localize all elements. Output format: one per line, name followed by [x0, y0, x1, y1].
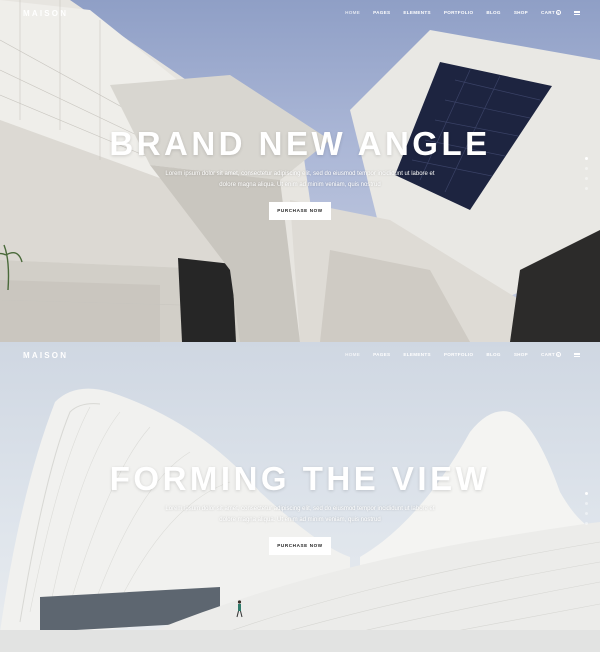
purchase-now-button[interactable]: PURCHASE NOW: [269, 202, 331, 220]
main-menu: HOME PAGES ELEMENTS PORTFOLIO BLOG SHOP …: [332, 10, 580, 15]
cart-label: CART: [541, 10, 555, 15]
main-menu: HOME PAGES ELEMENTS PORTFOLIO BLOG SHOP …: [332, 352, 580, 357]
slider-pagination: [585, 157, 588, 190]
hamburger-menu-icon[interactable]: [574, 10, 580, 15]
hero-title: BRAND NEW ANGLE: [109, 125, 491, 162]
cart-link[interactable]: CART 0: [541, 352, 561, 357]
site-logo[interactable]: MAISON: [23, 9, 68, 18]
hero-text-line-1: Lorem ipsum dolor sit amet, consectetur …: [165, 506, 435, 512]
slider-dot-3[interactable]: [585, 177, 588, 180]
slider-pagination: [585, 492, 588, 525]
menu-item-home[interactable]: HOME: [345, 10, 360, 15]
hero-slide-brand-new-angle: MAISON HOME PAGES ELEMENTS PORTFOLIO BLO…: [0, 0, 600, 342]
cart-label: CART: [541, 352, 555, 357]
slider-dot-4[interactable]: [585, 522, 588, 525]
slider-dot-3[interactable]: [585, 512, 588, 515]
purchase-now-button[interactable]: PURCHASE NOW: [269, 537, 331, 555]
slider-dot-1[interactable]: [585, 157, 588, 160]
hero-text-line-2: dolore magna aliqua. Ut enim ad minim ve…: [219, 516, 381, 523]
cart-count-badge: 0: [556, 10, 561, 15]
slider-dot-2[interactable]: [585, 167, 588, 170]
menu-item-elements[interactable]: ELEMENTS: [403, 10, 430, 15]
hero-text-line-1: Lorem ipsum dolor sit amet, consectetur …: [165, 171, 435, 177]
top-navigation: MAISON HOME PAGES ELEMENTS PORTFOLIO BLO…: [0, 342, 600, 370]
menu-item-blog[interactable]: BLOG: [486, 352, 500, 357]
menu-item-blog[interactable]: BLOG: [486, 10, 500, 15]
hero-text: Lorem ipsum dolor sit amet, consectetur …: [0, 169, 600, 190]
cart-count-badge: 0: [556, 352, 561, 357]
site-logo[interactable]: MAISON: [23, 351, 68, 360]
menu-item-pages[interactable]: PAGES: [373, 10, 390, 15]
menu-item-portfolio[interactable]: PORTFOLIO: [444, 352, 474, 357]
hero-text: Lorem ipsum dolor sit amet, consectetur …: [0, 504, 600, 525]
menu-item-shop[interactable]: SHOP: [514, 10, 528, 15]
cart-link[interactable]: CART 0: [541, 10, 561, 15]
menu-item-portfolio[interactable]: PORTFOLIO: [444, 10, 474, 15]
hero-slide-forming-the-view: MAISON HOME PAGES ELEMENTS PORTFOLIO BLO…: [0, 342, 600, 652]
slider-dot-1[interactable]: [585, 492, 588, 495]
slider-dot-2[interactable]: [585, 502, 588, 505]
hero-text-line-2: dolore magna aliqua. Ut enim ad minim ve…: [219, 181, 381, 188]
menu-item-shop[interactable]: SHOP: [514, 352, 528, 357]
menu-item-elements[interactable]: ELEMENTS: [403, 352, 430, 357]
slider-dot-4[interactable]: [585, 187, 588, 190]
menu-item-pages[interactable]: PAGES: [373, 352, 390, 357]
hero-content: FORMING THE VIEW Lorem ipsum dolor sit a…: [0, 460, 600, 555]
top-navigation: MAISON HOME PAGES ELEMENTS PORTFOLIO BLO…: [0, 0, 600, 28]
hero-title: FORMING THE VIEW: [109, 460, 491, 497]
hero-content: BRAND NEW ANGLE Lorem ipsum dolor sit am…: [0, 125, 600, 220]
menu-item-home[interactable]: HOME: [345, 352, 360, 357]
hamburger-menu-icon[interactable]: [574, 352, 580, 357]
